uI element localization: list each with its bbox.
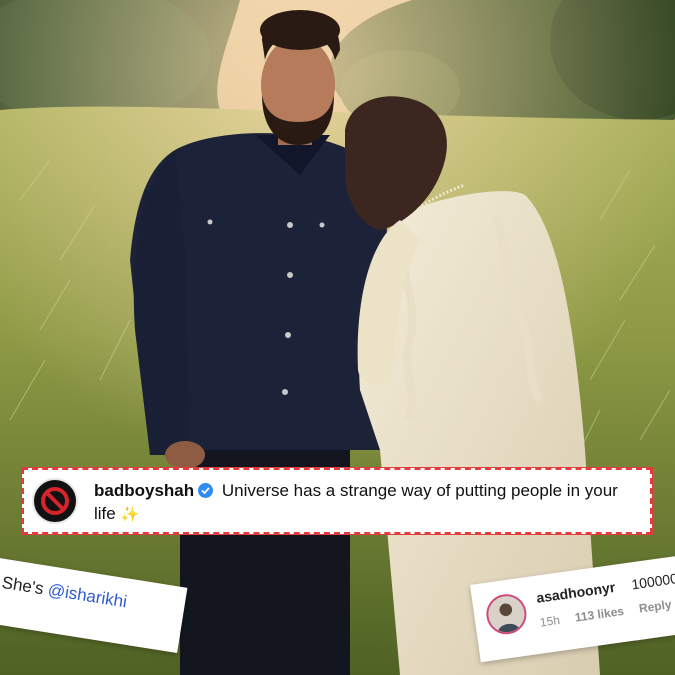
comment-text: 100000 bbox=[630, 570, 675, 593]
caption-text-block: badboyshah Universe has a strange way of… bbox=[94, 479, 642, 526]
timestamp: 15h bbox=[538, 612, 561, 630]
sparkle-emoji: ✨ bbox=[120, 506, 140, 523]
no-entry-icon bbox=[41, 487, 69, 515]
avatar[interactable] bbox=[483, 591, 530, 637]
username[interactable]: badboyshah bbox=[94, 481, 194, 500]
username[interactable]: asadhoonyr bbox=[535, 579, 616, 606]
profile-photo bbox=[486, 593, 527, 635]
mention-link[interactable]: @isharikhi bbox=[47, 580, 129, 611]
avatar[interactable] bbox=[32, 478, 78, 524]
reply-button[interactable]: Reply bbox=[638, 597, 672, 615]
comment-prefix: She's bbox=[0, 572, 50, 599]
photo-post: badboyshah Universe has a strange way of… bbox=[0, 0, 675, 675]
likes-count[interactable]: 113 likes bbox=[574, 604, 625, 625]
verified-badge-icon bbox=[198, 483, 214, 498]
comment-text: She's @isharikhi bbox=[0, 572, 129, 613]
caption-card: badboyshah Universe has a strange way of… bbox=[22, 468, 652, 534]
